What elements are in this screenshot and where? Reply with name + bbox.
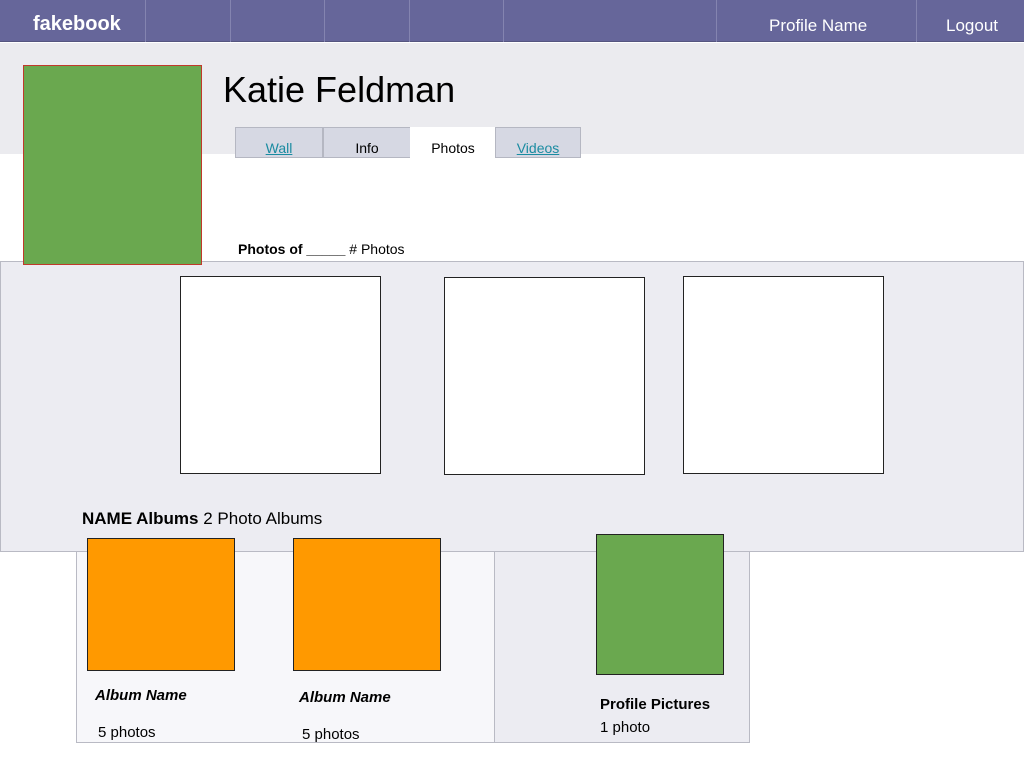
tab-info[interactable]: Info [323, 127, 411, 158]
album-photo-count: 5 photos [98, 724, 156, 741]
nav-divider [324, 0, 325, 42]
profile-pictures-cover[interactable] [596, 534, 724, 675]
nav-divider [716, 0, 717, 42]
profile-name-link[interactable]: Profile Name [769, 16, 867, 36]
tab-info-label: Info [355, 140, 379, 156]
profile-name-title: Katie Feldman [223, 69, 456, 110]
logout-link[interactable]: Logout [946, 16, 998, 36]
profile-pictures-count: 1 photo [600, 719, 651, 736]
top-bar: fakebook Profile Name Logout [0, 0, 1024, 42]
nav-divider [145, 0, 146, 42]
profile-pictures-name[interactable]: Profile Pictures [600, 696, 710, 713]
tab-videos[interactable]: Videos [495, 127, 581, 158]
album-name[interactable]: Album Name [95, 687, 187, 704]
nav-divider [916, 0, 917, 42]
album-photo-count: 5 photos [302, 726, 360, 743]
photo-thumbnail[interactable] [444, 277, 645, 475]
photo-thumbnail[interactable] [180, 276, 381, 474]
tab-photos[interactable]: Photos [410, 127, 496, 158]
album-cover[interactable] [87, 538, 235, 671]
nav-divider [503, 0, 504, 42]
tab-videos-label[interactable]: Videos [517, 140, 560, 156]
albums-heading: NAME Albums 2 Photo Albums [82, 509, 322, 529]
photos-heading: Photos of _____ # Photos [238, 241, 405, 257]
profile-photo[interactable] [23, 65, 202, 265]
tab-photos-label: Photos [431, 140, 475, 156]
tab-wall-label[interactable]: Wall [266, 140, 293, 156]
photos-heading-title: Photos of _____ [238, 241, 346, 257]
photo-thumbnail[interactable] [683, 276, 884, 474]
albums-count: 2 Photo Albums [203, 509, 323, 528]
nav-divider [230, 0, 231, 42]
tab-wall[interactable]: Wall [235, 127, 323, 158]
nav-divider [409, 0, 410, 42]
album-cover[interactable] [293, 538, 441, 671]
album-name[interactable]: Album Name [299, 689, 391, 706]
photos-count: # Photos [349, 241, 405, 257]
site-logo[interactable]: fakebook [33, 13, 121, 36]
albums-heading-title: NAME Albums [82, 509, 199, 528]
